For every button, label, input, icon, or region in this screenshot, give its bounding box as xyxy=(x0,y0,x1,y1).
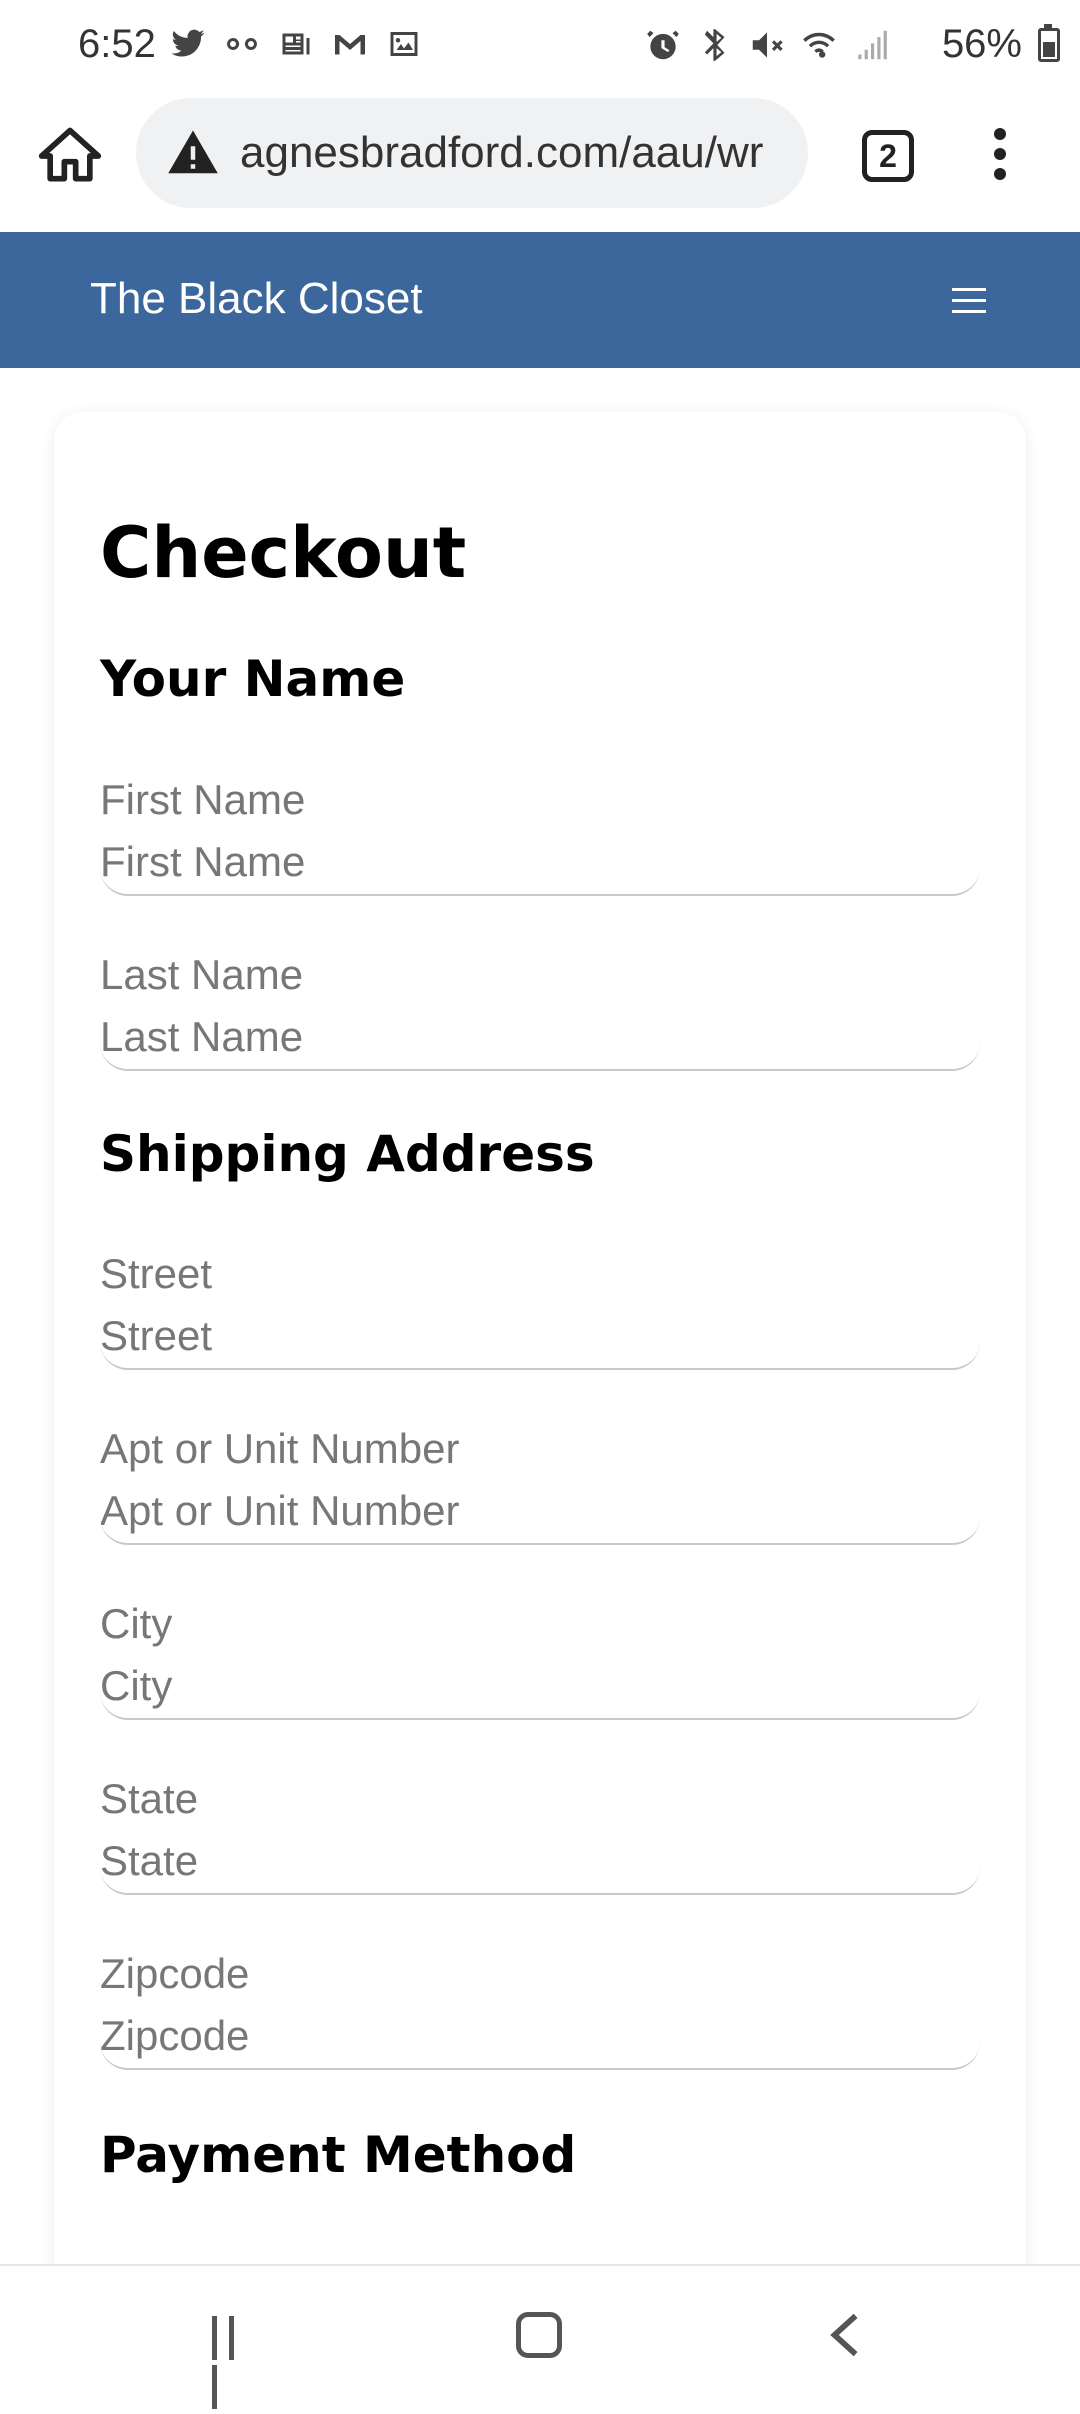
street-label: Street xyxy=(100,1250,213,1297)
apt-field[interactable] xyxy=(100,1479,980,1545)
battery-icon xyxy=(1038,28,1060,62)
status-time: 6:52 xyxy=(78,22,156,66)
home-button-icon[interactable] xyxy=(516,2312,562,2358)
state-label: State xyxy=(100,1775,199,1822)
section-heading-shipping: Shipping Address xyxy=(100,1125,595,1183)
address-bar[interactable]: agnesbradford.com/aau/wr xyxy=(136,98,808,208)
first-name-field[interactable] xyxy=(100,830,980,896)
gmail-icon xyxy=(335,35,365,55)
section-heading-name: Your Name xyxy=(100,650,406,708)
browser-toolbar: agnesbradford.com/aau/wr 2 xyxy=(0,92,1080,232)
bluetooth-icon xyxy=(704,29,725,61)
city-label: City xyxy=(100,1600,173,1647)
back-icon[interactable] xyxy=(826,2312,866,2358)
page-title: Checkout xyxy=(100,512,467,594)
overflow-menu-icon[interactable] xyxy=(985,128,1015,188)
battery-percentage: 56% xyxy=(941,22,1022,66)
image-icon xyxy=(390,32,418,56)
alarm-icon xyxy=(647,30,679,60)
recent-apps-icon[interactable] xyxy=(212,2316,256,2409)
system-navigation-bar xyxy=(0,2264,1080,2409)
hamburger-menu-icon[interactable] xyxy=(952,288,986,314)
voicemail-icon xyxy=(227,37,257,50)
last-name-label: Last Name xyxy=(100,951,304,998)
site-title[interactable]: The Black Closet xyxy=(90,274,423,324)
city-field[interactable] xyxy=(100,1654,980,1720)
notification-icons xyxy=(170,26,422,62)
state-field[interactable] xyxy=(100,1829,980,1895)
url-text[interactable]: agnesbradford.com/aau/wr xyxy=(240,128,800,178)
wifi-icon xyxy=(803,32,835,58)
system-icons xyxy=(644,26,890,64)
tab-switcher-button[interactable]: 2 xyxy=(862,130,914,182)
mute-icon xyxy=(752,32,783,58)
home-icon[interactable] xyxy=(36,122,104,190)
news-icon xyxy=(282,33,310,55)
zipcode-field[interactable] xyxy=(100,2004,980,2070)
street-field[interactable] xyxy=(100,1304,980,1370)
warning-icon[interactable] xyxy=(166,126,220,180)
section-heading-payment: Payment Method xyxy=(100,2126,577,2184)
zipcode-label: Zipcode xyxy=(100,1950,250,1997)
signal-icon xyxy=(858,30,887,60)
site-header: The Black Closet xyxy=(0,232,1080,368)
status-bar: 6:52 56% xyxy=(0,0,1080,92)
apt-label: Apt or Unit Number xyxy=(100,1425,460,1472)
last-name-field[interactable] xyxy=(100,1005,980,1071)
twitter-icon xyxy=(171,29,205,57)
first-name-label: First Name xyxy=(100,776,306,823)
